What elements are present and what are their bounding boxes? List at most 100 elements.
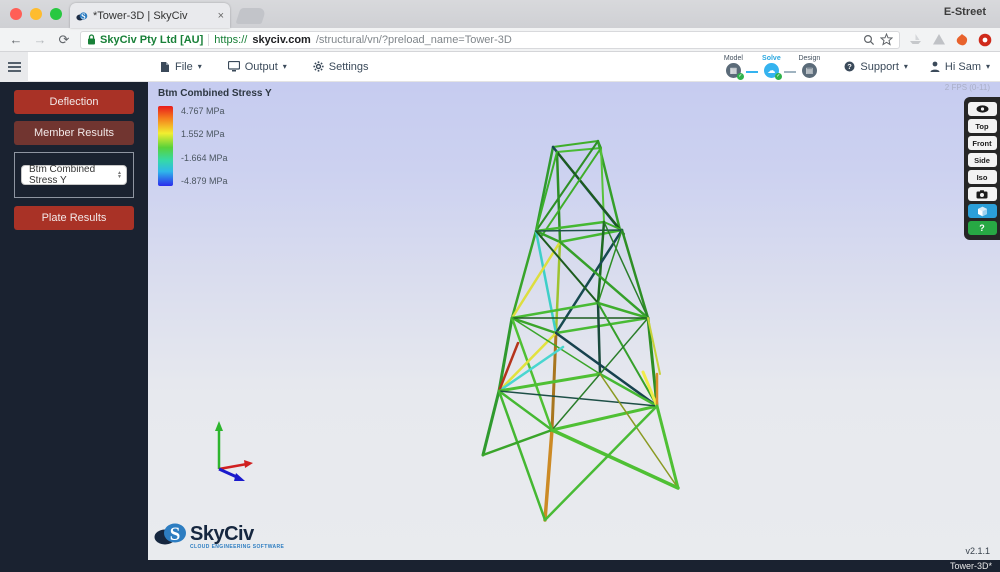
drive-extension-icon[interactable] [932,33,946,46]
model-viewport[interactable]: Btm Combined Stress Y 4.767 MPa 1.552 MP… [148,82,1000,560]
monitor-icon [227,61,240,72]
legend-title: Btm Combined Stress Y [158,88,272,99]
sidebar-toggle-button[interactable] [0,51,28,82]
close-tab-icon[interactable]: × [218,10,224,22]
app-version: v2.1.1 [965,546,990,556]
render-mode-button[interactable] [967,204,997,218]
step-connector [746,71,759,73]
output-menu-label: Output [244,60,278,73]
file-menu[interactable]: File ▾ [160,61,202,73]
deflection-button[interactable]: Deflection [14,90,134,114]
close-window-button[interactable] [10,8,22,20]
tower-3d-model[interactable] [148,82,1000,560]
logo-tagline: CLOUD ENGINEERING SOFTWARE [190,544,285,550]
status-bar: Tower-3D* [0,560,1000,572]
camera-icon [976,189,988,198]
skyciv-favicon-icon: S [76,12,88,21]
view-iso-button[interactable]: Iso [967,170,997,184]
reload-icon[interactable]: ⟳ [56,32,72,48]
browser-tab[interactable]: S *Tower-3D | SkyCiv × [70,3,230,28]
forward-icon[interactable]: → [32,32,48,47]
model-step-icon: ▦ ✓ [725,63,744,80]
svg-text:S: S [170,524,181,545]
search-icon[interactable] [863,34,875,46]
url-divider [208,33,210,46]
user-menu[interactable]: Hi Sam ▾ [930,61,990,73]
eye-icon [976,105,988,113]
skyciv-cloud-icon: S [154,523,186,545]
svg-text:?: ? [848,62,853,71]
certificate-name: SkyCiv Pty Ltd [AU] [100,33,204,46]
view-top-button[interactable]: Top [967,119,997,133]
support-menu[interactable]: ? Support ▾ [844,61,908,73]
ev-certificate-badge[interactable]: SkyCiv Pty Ltd [AU] [87,34,203,46]
design-step-icon: ▤ [801,63,817,78]
url-bar[interactable]: SkyCiv Pty Ltd [AU] https:// skyciv.com/s… [80,30,900,49]
browser-window: S *Tower-3D | SkyCiv × E-Street ← → ⟳ Sk… [0,0,1000,572]
boat-extension-icon[interactable] [908,33,923,46]
plate-results-button[interactable]: Plate Results [14,206,134,230]
profile-label: E-Street [943,6,986,18]
view-front-button[interactable]: Front [967,136,997,150]
step-solve[interactable]: Solve ☁ ✓ [758,55,784,80]
user-icon [930,61,940,72]
stress-legend: Btm Combined Stress Y 4.767 MPa 1.552 MP… [158,88,272,186]
legend-upper-value: 1.552 MPa [181,129,225,140]
browser-address-row: ← → ⟳ SkyCiv Pty Ltd [AU] https:// skyciv… [0,28,1000,52]
visibility-button[interactable] [967,102,997,116]
settings-menu[interactable]: Settings [313,61,369,73]
step-solve-label: Solve [762,55,781,62]
help-button[interactable]: ? [967,221,997,235]
skyciv-logo: S SkyCiv CLOUD ENGINEERING SOFTWARE [154,522,284,550]
axis-triad-icon [215,421,253,481]
gear-icon [313,61,324,72]
legend-lower-value: -1.664 MPa [181,152,228,163]
screenshot-button[interactable] [967,187,997,201]
chevron-down-icon: ▾ [903,62,908,71]
hamburger-icon [7,65,21,68]
red-circle-extension-icon[interactable] [978,33,992,47]
url-scheme: https:// [214,33,248,46]
extensions-area [908,33,992,47]
bookmark-star-icon[interactable] [880,33,893,46]
browser-tab-bar: S *Tower-3D | SkyCiv × E-Street [0,0,1000,28]
result-type-value: Btm Combined Stress Y [29,164,96,186]
view-toolbar: Top Front Side Iso ? [964,97,1000,240]
output-menu[interactable]: Output ▾ [227,60,287,73]
solve-cloud-icon: ☁ ✓ [763,63,782,80]
file-icon [161,61,169,72]
zoom-window-button[interactable] [50,8,62,20]
results-sidebar: Deflection Member Results Btm Combined S… [0,82,148,560]
select-stepper-icon: ▲ ▼ [117,170,122,180]
workflow-stepper: Model ▦ ✓ Solve ☁ ✓ Design ▤ [720,55,822,80]
orange-extension-icon[interactable] [955,33,969,47]
svg-text:S: S [81,12,86,21]
check-icon: ✓ [774,73,782,80]
lock-icon [88,34,95,45]
view-side-button[interactable]: Side [967,153,997,167]
legend-min-value: -4.879 MPa [181,175,228,186]
url-path: /structural/vn/?preload_name=Tower-3D [315,33,512,46]
member-results-button[interactable]: Member Results [14,121,134,145]
new-tab-button[interactable] [235,8,267,24]
app-toolbar: File ▾ Output ▾ Settings Model ▦ ✓ Solve… [0,51,1000,82]
chevron-down-icon: ▾ [985,62,990,71]
settings-menu-label: Settings [328,60,369,73]
back-icon[interactable]: ← [8,32,24,47]
window-controls [0,0,70,28]
legend-max-value: 4.767 MPa [181,106,225,116]
result-type-select[interactable]: Btm Combined Stress Y ▲ ▼ [21,164,127,186]
step-design-label: Design [798,55,821,62]
step-model[interactable]: Model ▦ ✓ [720,55,746,80]
legend-color-scale [158,106,173,186]
3d-cube-icon [977,206,987,216]
project-name: Tower-3D* [949,561,992,571]
url-domain: skyciv.com [252,33,311,46]
chevron-down-icon: ▾ [282,62,287,71]
logo-wordmark: SkyCiv [190,522,254,545]
minimize-window-button[interactable] [30,8,42,20]
result-type-group: Btm Combined Stress Y ▲ ▼ [14,152,134,198]
check-icon: ✓ [736,73,744,80]
step-design[interactable]: Design ▤ [796,55,822,78]
file-menu-label: File [175,60,193,73]
